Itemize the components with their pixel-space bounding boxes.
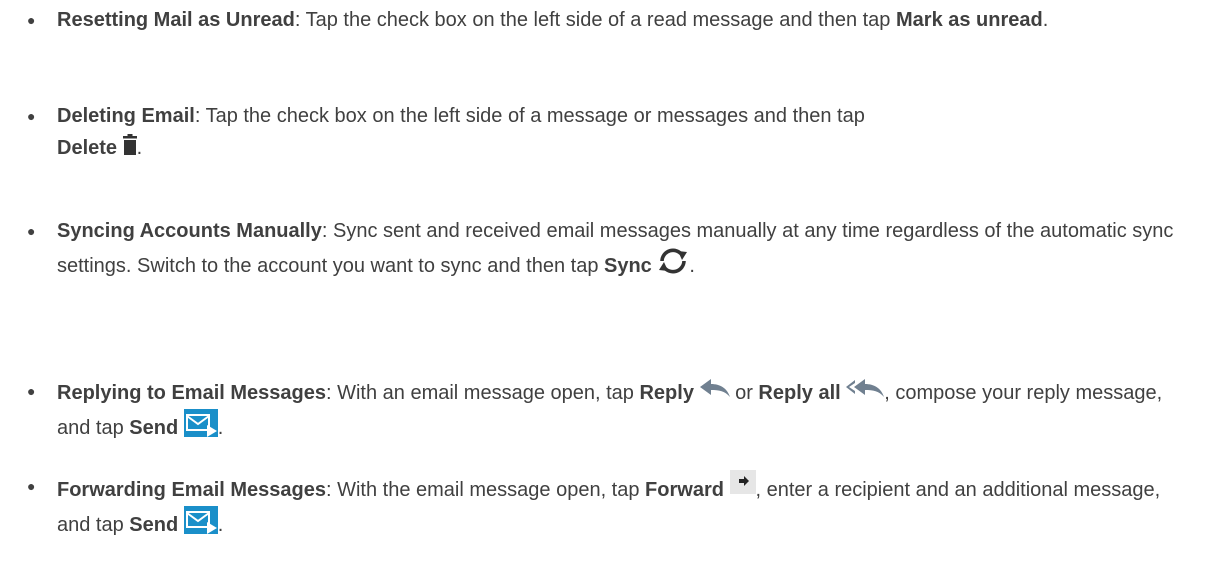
- item-body: : With an email message open, tap: [325, 382, 640, 404]
- item-text: Replying to Email Messages: With an emai…: [57, 375, 1180, 447]
- item-body-mid: or: [729, 382, 759, 404]
- send-icon: [183, 409, 218, 447]
- bullet: ●: [27, 383, 36, 399]
- item-text: Resetting Mail as Unread: Tap the check …: [57, 4, 1180, 36]
- action-label: Send: [129, 514, 179, 536]
- forward-icon: [729, 470, 756, 504]
- action-label: Forward: [645, 479, 724, 501]
- item-body: : Tap the check box on the left side of …: [194, 105, 865, 127]
- list-item-forwarding: ● Forwarding Email Messages: With the em…: [0, 470, 1180, 544]
- item-body-end: .: [1042, 9, 1049, 31]
- item-title: Deleting Email: [57, 105, 195, 127]
- reply-all-icon: [846, 375, 885, 407]
- item-body-end: .: [217, 417, 224, 439]
- bullet: ●: [27, 478, 36, 494]
- list-item-replying: ● Replying to Email Messages: With an em…: [0, 375, 1180, 447]
- action-label: Delete: [57, 137, 118, 159]
- item-body-end: .: [689, 255, 695, 277]
- item-title: Replying to Email Messages: [57, 382, 326, 404]
- sync-icon: [657, 247, 689, 285]
- bullet: ●: [27, 12, 36, 28]
- trash-icon: [122, 134, 137, 166]
- list-item-deleting-email: ● Deleting Email: Tap the check box on t…: [0, 100, 1180, 166]
- reply-icon: [699, 375, 730, 407]
- item-body-end: .: [217, 514, 224, 536]
- item-text: Forwarding Email Messages: With the emai…: [57, 470, 1180, 544]
- item-title: Resetting Mail as Unread: [57, 9, 295, 31]
- list-item-resetting-mail: ● Resetting Mail as Unread: Tap the chec…: [0, 4, 1180, 36]
- item-text: Deleting Email: Tap the check box on the…: [57, 100, 1180, 166]
- action-label: Send: [129, 417, 179, 439]
- action-label: Mark as unread: [896, 9, 1043, 31]
- bullet: ●: [27, 223, 36, 239]
- action-label: Reply all: [758, 382, 841, 404]
- action-label: Sync: [604, 255, 652, 277]
- send-icon: [183, 506, 218, 544]
- item-title: Syncing Accounts Manually: [57, 220, 322, 242]
- item-text: Syncing Accounts Manually: Sync sent and…: [57, 215, 1180, 285]
- item-title: Forwarding Email Messages: [57, 479, 326, 501]
- item-body-end: .: [136, 137, 143, 159]
- bullet: ●: [27, 108, 36, 124]
- action-label: Reply: [639, 382, 694, 404]
- item-body: : With the email message open, tap: [325, 479, 646, 501]
- list-item-syncing-accounts: ● Syncing Accounts Manually: Sync sent a…: [0, 215, 1180, 285]
- item-body: : Tap the check box on the left side of …: [294, 9, 896, 31]
